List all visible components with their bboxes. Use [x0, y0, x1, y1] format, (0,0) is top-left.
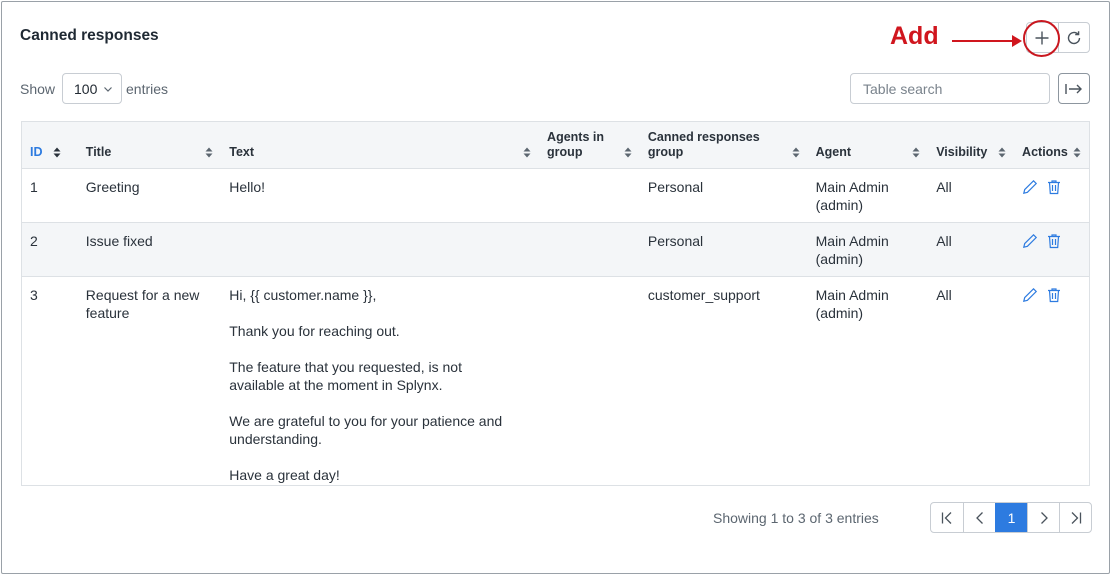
cell-id: 2 [22, 222, 78, 277]
table-row: 1 Greeting Hello! Personal Main Admin (a… [22, 168, 1089, 223]
trash-icon [1048, 233, 1061, 248]
edit-button[interactable] [1022, 233, 1038, 249]
edit-button[interactable] [1022, 287, 1038, 303]
pencil-icon [1023, 287, 1038, 302]
chevron-down-icon [104, 87, 112, 92]
trash-icon [1048, 287, 1061, 302]
page-button-current[interactable]: 1 [995, 503, 1027, 532]
add-annotation-label: Add [890, 22, 939, 50]
delete-button[interactable] [1046, 179, 1062, 195]
cell-id: 3 [30, 286, 38, 303]
sort-icon [53, 147, 61, 157]
sort-icon [1073, 147, 1081, 157]
cell-title: Request for a new feature [85, 286, 200, 321]
refresh-button[interactable] [1057, 23, 1090, 52]
cell-text [221, 222, 540, 277]
cell-id: 1 [22, 168, 78, 223]
canned-responses-table: ID Title Text Agents in group Canned res… [21, 121, 1090, 486]
first-page-icon [941, 511, 952, 524]
entries-select-value: 100 [74, 80, 98, 97]
edit-button[interactable] [1022, 179, 1038, 195]
delete-button[interactable] [1046, 287, 1062, 303]
trash-icon [1048, 179, 1061, 194]
cell-visibility: All [936, 286, 952, 303]
table-row: 2 Issue fixed Personal Main Admin (admin… [22, 222, 1089, 277]
pagination-info: Showing 1 to 3 of 3 entries [713, 510, 879, 526]
column-header-id[interactable]: ID [22, 122, 78, 169]
export-button[interactable] [1058, 73, 1090, 104]
chevron-right-icon [1040, 511, 1048, 524]
cell-group: customer_support [647, 286, 760, 303]
entries-select[interactable]: 100 [62, 73, 122, 104]
cell-title: Greeting [77, 168, 222, 223]
annotation-arrow-line [952, 40, 1014, 42]
cell-visibility: All [928, 168, 1015, 223]
entries-label: entries [126, 81, 169, 97]
column-header-title[interactable]: Title [77, 122, 222, 169]
pencil-icon [1023, 233, 1038, 248]
sort-icon [523, 147, 531, 157]
page-title: Canned responses [20, 27, 159, 44]
column-header-canned-responses-group[interactable]: Canned responses group [639, 122, 808, 169]
sort-icon [205, 147, 213, 157]
cell-actions [1014, 168, 1089, 223]
last-page-icon [1071, 511, 1081, 524]
table-search-input[interactable] [850, 73, 1050, 104]
sort-icon [624, 147, 632, 157]
first-page-button[interactable] [931, 503, 963, 532]
arrow-to-right-icon [1065, 83, 1082, 94]
cell-group: Personal [639, 168, 808, 223]
next-page-button[interactable] [1027, 503, 1059, 532]
annotation-circle [1023, 20, 1060, 57]
last-page-button[interactable] [1059, 503, 1091, 532]
column-header-actions[interactable]: Actions [1014, 122, 1089, 169]
cell-agents-in-group [539, 276, 640, 492]
chevron-left-icon [975, 511, 983, 524]
cell-text: Hello! [221, 168, 540, 223]
previous-page-button[interactable] [963, 503, 995, 532]
cell-text: Hi, {{ customer.name }}, Thank you for r… [229, 286, 503, 483]
sort-icon [792, 147, 800, 157]
cell-agent: Main Admin (admin) [807, 222, 929, 277]
cell-agents-in-group [539, 222, 640, 277]
column-header-visibility[interactable]: Visibility [928, 122, 1015, 169]
cell-agent: Main Admin (admin) [815, 286, 889, 321]
column-header-agent[interactable]: Agent [807, 122, 929, 169]
column-header-text[interactable]: Text [221, 122, 540, 169]
cell-actions [1014, 276, 1089, 492]
cell-agent: Main Admin (admin) [807, 168, 929, 223]
annotation-arrow-head [1012, 35, 1022, 47]
refresh-icon [1067, 30, 1080, 44]
cell-visibility: All [928, 222, 1015, 277]
sort-icon [998, 147, 1006, 157]
cell-actions [1014, 222, 1089, 277]
pagination: 1 [930, 502, 1092, 533]
column-header-agents-in-group[interactable]: Agents in group [539, 122, 640, 169]
cell-group: Personal [639, 222, 808, 277]
delete-button[interactable] [1046, 233, 1062, 249]
cell-title: Issue fixed [77, 222, 222, 277]
table-row: 3 Request for a new feature Hi, {{ custo… [22, 276, 1089, 492]
show-label: Show [20, 81, 56, 97]
sort-icon [912, 147, 920, 157]
cell-agents-in-group [539, 168, 640, 223]
pencil-icon [1023, 179, 1038, 194]
